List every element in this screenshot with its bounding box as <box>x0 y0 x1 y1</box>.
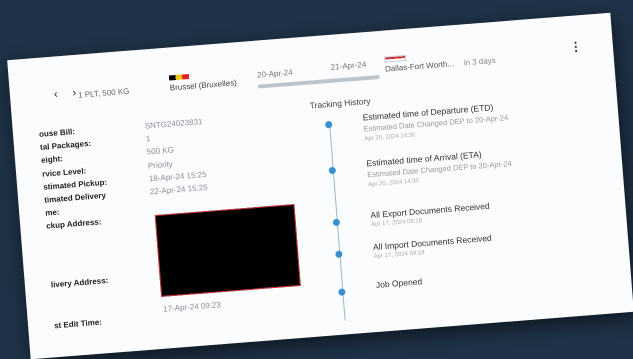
packages-weight: 1 PLT, 500 KG <box>77 86 130 100</box>
shipment-details-card: ‹ › 1 PLT, 500 KG Brussel (Bruxelles) 20… <box>7 12 633 359</box>
timeline-event: All Export Documents Received Apr 17, 20… <box>332 192 597 228</box>
redacted-address-block <box>154 204 301 297</box>
departure-date: 20-Apr-24 <box>256 67 293 80</box>
eta-text: in 3 days <box>463 55 497 68</box>
timeline-dot-icon <box>324 120 333 129</box>
belgium-flag-icon <box>168 73 190 81</box>
timeline-dot-icon <box>328 166 337 175</box>
timeline-dot-icon <box>332 218 341 227</box>
arrival-date: 21-Apr-24 <box>330 60 367 72</box>
timeline-dot-icon <box>338 288 346 296</box>
tracking-history-title: Tracking History <box>309 95 371 111</box>
timeline-event: Job Opened <box>338 262 603 296</box>
timeline-dot-icon <box>335 250 343 259</box>
origin-city: Brussel (Bruxelles) <box>169 78 238 93</box>
vertical-dots-icon[interactable]: ⋮ <box>569 39 582 54</box>
last-edit-row: st Edit Time: 17-Apr-24 09:23 <box>53 299 222 331</box>
us-flag-icon <box>384 54 407 63</box>
timeline-event: Estimated time of Arrival (ETA) Estimate… <box>328 140 593 188</box>
